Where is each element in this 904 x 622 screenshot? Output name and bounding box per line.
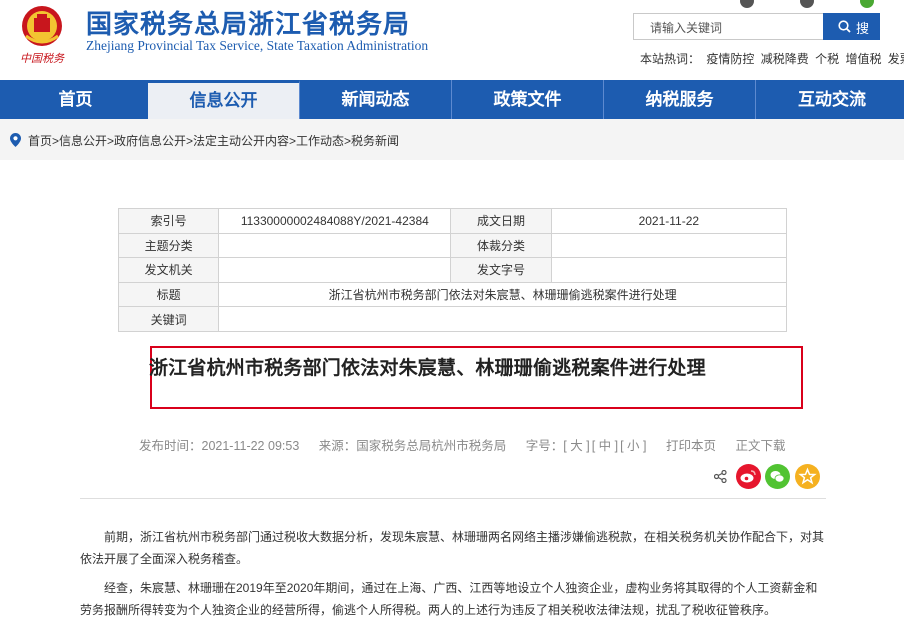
- article-paragraph: 经查，朱宸慧、林珊珊在2019年至2020年期间，通过在上海、广西、江西等地设立…: [80, 581, 818, 617]
- meta-value-date: 2021-11-22: [550, 208, 788, 234]
- search-button[interactable]: 搜索: [823, 13, 880, 55]
- publish-time: 发布时间：2021-11-22 09:53: [139, 439, 300, 453]
- article-meta-table: 索引号 11330000002484088Y/2021-42384 成文日期 2…: [117, 208, 788, 332]
- font-size-medium[interactable]: [ 中 ]: [592, 439, 618, 453]
- nav-item-home[interactable]: 首页: [0, 80, 152, 119]
- meta-value-subject: [218, 232, 452, 259]
- meta-value-genre: [550, 232, 788, 259]
- tool-icon[interactable]: [740, 0, 754, 8]
- meta-label: 索引号: [117, 208, 220, 234]
- article-paragraph: 前期，浙江省杭州市税务部门通过税收大数据分析，发现朱宸慧、林珊珊两名网络主播涉嫌…: [80, 530, 825, 566]
- weibo-share-icon[interactable]: [736, 464, 761, 489]
- publish-info: 发布时间：2021-11-22 09:53 来源：国家税务总局杭州市税务局 字号…: [139, 435, 802, 454]
- meta-label: 成文日期: [450, 208, 552, 234]
- hot-word-link[interactable]: 增值税: [845, 52, 881, 66]
- meta-label: 体裁分类: [450, 232, 552, 259]
- hot-word-link[interactable]: 发票: [888, 52, 904, 66]
- location-pin-icon: [10, 133, 21, 147]
- meta-label: 关键词: [117, 306, 220, 332]
- tool-icon[interactable]: [860, 0, 874, 8]
- tool-icon[interactable]: [800, 0, 814, 8]
- tax-emblem-icon[interactable]: 中国税务: [12, 2, 72, 68]
- wechat-share-icon[interactable]: [765, 464, 790, 489]
- nav-item-interaction[interactable]: 互动交流: [756, 80, 904, 119]
- nav-item-news[interactable]: 新闻动态: [300, 80, 452, 119]
- meta-value-docno: [550, 257, 788, 283]
- meta-label: 主题分类: [117, 232, 220, 259]
- breadcrumb: 首页>信息公开>政府信息公开>法定主动公开内容>工作动态>税务新闻: [10, 132, 399, 149]
- search-input[interactable]: 请输入关键词: [633, 13, 824, 40]
- nav-item-tax-service[interactable]: 纳税服务: [604, 80, 756, 119]
- breadcrumb-links[interactable]: 首页>信息公开>政府信息公开>法定主动公开内容>工作动态>税务新闻: [28, 134, 399, 148]
- article-source: 来源：国家税务总局杭州市税务局: [318, 439, 507, 453]
- meta-value-title: 浙江省杭州市税务部门依法对朱宸慧、林珊珊偷逃税案件进行处理: [218, 281, 787, 308]
- favorite-icon[interactable]: [795, 464, 820, 489]
- hot-words: 本站热词： 疫情防控 减税降费 个税 增值税 发票: [640, 50, 904, 67]
- main-nav: 首页 信息公开 新闻动态 政策文件 纳税服务 互动交流: [0, 80, 904, 119]
- meta-label: 发文字号: [450, 257, 552, 283]
- font-size-small[interactable]: [ 小 ]: [620, 439, 646, 453]
- hot-word-link[interactable]: 个税: [815, 52, 839, 66]
- share-icon[interactable]: [714, 470, 727, 483]
- nav-item-policy[interactable]: 政策文件: [452, 80, 604, 119]
- site-title[interactable]: 国家税务总局浙江省税务局: [86, 4, 410, 41]
- hot-word-link[interactable]: 减税降费: [761, 52, 809, 66]
- meta-label: 标题: [117, 281, 220, 308]
- search-icon: [838, 20, 851, 33]
- meta-value-keywords: [218, 306, 787, 332]
- emblem-text: 中国税务: [20, 52, 65, 65]
- content-divider: [80, 498, 826, 499]
- hot-words-label: 本站热词：: [640, 52, 701, 66]
- article-title: 浙江省杭州市税务部门依法对朱宸慧、林珊珊偷逃税案件进行处理: [149, 357, 706, 379]
- print-button[interactable]: 打印本页: [666, 439, 716, 453]
- site-subtitle: Zhejiang Provincial Tax Service, State T…: [86, 38, 429, 53]
- meta-value-index: 11330000002484088Y/2021-42384: [218, 208, 452, 234]
- font-size-label: 字号：: [525, 439, 564, 453]
- hot-word-link[interactable]: 疫情防控: [706, 52, 754, 66]
- meta-label: 发文机关: [117, 257, 220, 283]
- site-header: 中国税务 国家税务总局浙江省税务局 Zhejiang Provincial Ta…: [0, 0, 904, 80]
- nav-item-info-disclosure[interactable]: 信息公开: [148, 80, 300, 119]
- font-size-large[interactable]: [ 大 ]: [563, 439, 589, 453]
- download-button[interactable]: 正文下载: [735, 439, 785, 453]
- meta-value-issuer: [218, 257, 452, 283]
